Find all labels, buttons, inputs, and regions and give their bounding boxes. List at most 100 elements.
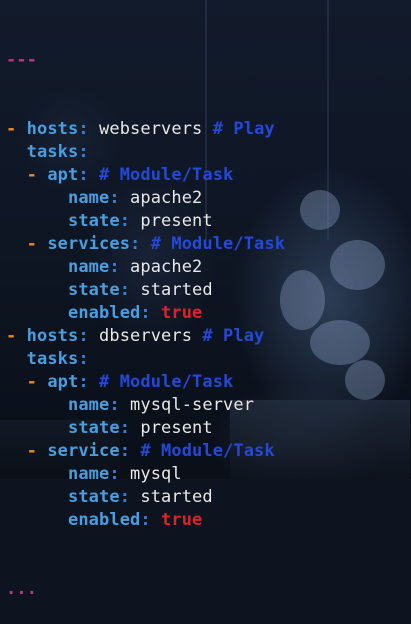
yaml-key: tasks bbox=[26, 142, 79, 162]
yaml-colon: : bbox=[119, 280, 141, 300]
yaml-key: tasks bbox=[26, 349, 79, 369]
yaml-line: name: apache2 bbox=[6, 187, 285, 210]
yaml-comment: # Play bbox=[192, 326, 265, 346]
yaml-colon: : bbox=[78, 326, 100, 346]
yaml-editor[interactable]: --- - hosts: webservers # Play tasks: - … bbox=[6, 3, 285, 624]
yaml-colon: : bbox=[119, 441, 141, 461]
yaml-line: tasks: bbox=[6, 348, 285, 371]
yaml-comment: # Module/Task bbox=[99, 372, 234, 392]
yaml-line: - hosts: dbservers # Play bbox=[6, 325, 285, 348]
yaml-colon: : bbox=[109, 464, 131, 484]
yaml-colon: : bbox=[109, 395, 131, 415]
yaml-colon: : bbox=[119, 487, 141, 507]
yaml-line: - service: # Module/Task bbox=[6, 440, 285, 463]
yaml-colon: : bbox=[130, 234, 151, 254]
yaml-colon: : bbox=[78, 372, 100, 392]
yaml-value: mysql-server bbox=[130, 395, 255, 415]
yaml-colon: : bbox=[78, 142, 89, 162]
document-start-marker: --- bbox=[6, 50, 38, 70]
yaml-key: name bbox=[68, 395, 110, 415]
yaml-line: state: present bbox=[6, 417, 285, 440]
background-flower bbox=[280, 270, 325, 330]
yaml-colon: : bbox=[119, 418, 141, 438]
yaml-key: apt bbox=[47, 165, 79, 185]
yaml-key: apt bbox=[47, 372, 79, 392]
document-end-marker: ... bbox=[6, 579, 38, 599]
yaml-key: name bbox=[68, 188, 110, 208]
yaml-value: apache2 bbox=[130, 257, 203, 277]
list-dash: - bbox=[6, 119, 27, 139]
yaml-line: name: mysql bbox=[6, 463, 285, 486]
yaml-value: started bbox=[140, 280, 213, 300]
yaml-line: state: started bbox=[6, 279, 285, 302]
yaml-lines: - hosts: webservers # Play tasks: - apt:… bbox=[6, 118, 285, 532]
yaml-colon: : bbox=[109, 257, 131, 277]
background-flower bbox=[330, 240, 385, 290]
background-flower bbox=[300, 190, 340, 230]
yaml-key: hosts bbox=[26, 119, 79, 139]
yaml-key: enabled bbox=[68, 303, 141, 323]
yaml-colon: : bbox=[78, 165, 100, 185]
list-dash: - bbox=[26, 441, 48, 461]
yaml-line: - apt: # Module/Task bbox=[6, 371, 285, 394]
yaml-comment: # Play bbox=[202, 119, 275, 139]
yaml-key: name bbox=[68, 257, 110, 277]
yaml-value: apache2 bbox=[130, 188, 203, 208]
yaml-comment: # Module/Task bbox=[99, 165, 234, 185]
yaml-value: webservers bbox=[99, 119, 203, 139]
yaml-comment: # Module/Task bbox=[140, 441, 275, 461]
yaml-value: present bbox=[140, 418, 213, 438]
yaml-line: enabled: true bbox=[6, 302, 285, 325]
yaml-comment: # Module/Task bbox=[150, 234, 286, 254]
yaml-key: services bbox=[47, 234, 131, 254]
yaml-line: name: mysql-server bbox=[6, 394, 285, 417]
yaml-key: state bbox=[68, 487, 120, 507]
yaml-line: enabled: true bbox=[6, 509, 285, 532]
list-dash: - bbox=[26, 234, 48, 254]
yaml-line: - apt: # Module/Task bbox=[6, 164, 285, 187]
yaml-value: mysql bbox=[130, 464, 182, 484]
yaml-line: - services: # Module/Task bbox=[6, 233, 285, 256]
yaml-colon: : bbox=[78, 349, 89, 369]
yaml-key: enabled bbox=[68, 510, 141, 530]
background-flower bbox=[310, 320, 370, 365]
yaml-line: tasks: bbox=[6, 141, 285, 164]
yaml-value: dbservers bbox=[99, 326, 193, 346]
yaml-line: - hosts: webservers # Play bbox=[6, 118, 285, 141]
background-flower bbox=[345, 360, 385, 400]
yaml-colon: : bbox=[140, 510, 162, 530]
yaml-colon: : bbox=[119, 211, 141, 231]
yaml-value: present bbox=[140, 211, 213, 231]
yaml-line: state: started bbox=[6, 486, 285, 509]
yaml-line: state: present bbox=[6, 210, 285, 233]
yaml-value: started bbox=[140, 487, 213, 507]
yaml-colon: : bbox=[140, 303, 162, 323]
list-dash: - bbox=[26, 372, 48, 392]
list-dash: - bbox=[6, 326, 27, 346]
yaml-key: hosts bbox=[26, 326, 79, 346]
yaml-key: service bbox=[47, 441, 120, 461]
yaml-line: name: apache2 bbox=[6, 256, 285, 279]
yaml-key: state bbox=[68, 280, 120, 300]
list-dash: - bbox=[26, 165, 48, 185]
yaml-colon: : bbox=[78, 119, 100, 139]
yaml-colon: : bbox=[109, 188, 131, 208]
yaml-key: name bbox=[68, 464, 110, 484]
yaml-boolean: true bbox=[161, 303, 203, 323]
yaml-key: state bbox=[68, 418, 120, 438]
